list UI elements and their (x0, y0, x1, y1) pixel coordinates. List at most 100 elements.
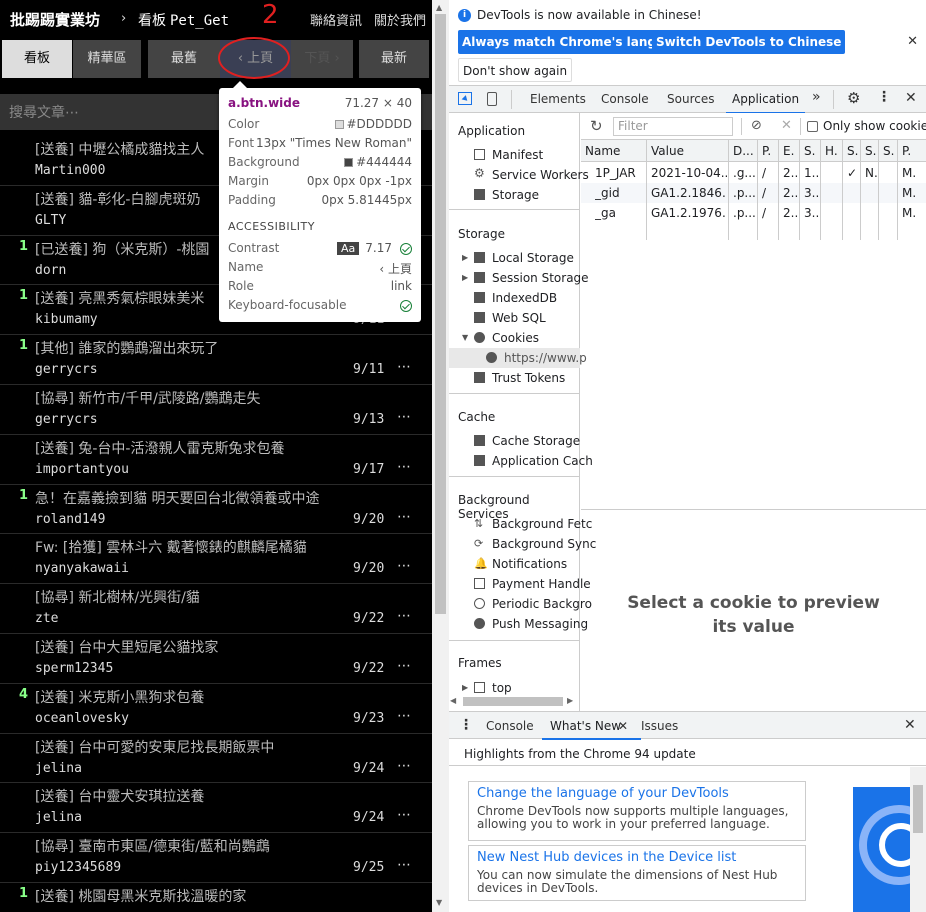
list-item[interactable]: [送養] 台中靈犬安琪拉送養 jelina 9/24 ⋯ (0, 783, 432, 834)
sidebar-item-background-fetch[interactable]: Background Fetc (492, 517, 592, 531)
post-title-link[interactable]: [送養] 中壢公橘成貓找主人 (35, 139, 204, 159)
list-item[interactable]: Fw: [拾獲] 雲林斗六 戴著懷錶的麒麟尾橘貓 nyanyakawaii 9/20… (0, 534, 432, 585)
sidebar-item-top-frame[interactable]: top (492, 681, 512, 695)
sidebar-horizontal-scrollbar[interactable] (463, 697, 563, 706)
post-title-link[interactable]: [送養] 台中靈犬安琪拉送養 (35, 786, 204, 806)
post-more-icon[interactable]: ⋯ (397, 708, 411, 724)
post-more-icon[interactable]: ⋯ (397, 409, 411, 425)
card-title-link[interactable]: Change the language of your DevTools (477, 786, 797, 801)
column-header[interactable]: S. (804, 144, 819, 158)
post-title-link[interactable]: [送養] 台中可愛的安東尼找長期飯票中 (35, 737, 274, 757)
close-infobar-icon[interactable]: ✕ (907, 34, 918, 49)
expand-arrow-icon[interactable]: ▶ (462, 683, 468, 692)
post-title-link[interactable]: [送養] 貓-彰化-白腳虎斑奶 (35, 189, 200, 209)
more-options-icon[interactable]: ⋮ (877, 89, 891, 105)
drawer-tab-whats-new[interactable]: What's New (541, 719, 642, 740)
list-item[interactable]: 4 [送養] 米克斯小黑狗求包養 oceanlovesky 9/23 ⋯ (0, 684, 432, 734)
board-breadcrumb[interactable]: 看板 Pet_Get (138, 10, 229, 30)
inspect-element-icon[interactable] (458, 92, 472, 105)
post-title-link[interactable]: [協尋] 新北樹林/光興街/貓 (35, 587, 200, 607)
column-header[interactable]: S. (847, 144, 859, 158)
drawer-menu-icon[interactable]: ⋮ (459, 717, 473, 733)
next-page-button[interactable]: 下頁 › (291, 40, 353, 78)
page-scrollbar[interactable]: ▲ ▼ (432, 0, 449, 912)
switch-language-button[interactable]: Switch DevTools to Chinese (652, 30, 846, 54)
drawer-scrollbar-thumb[interactable] (913, 785, 923, 833)
clear-filtered-icon[interactable]: ⊘ (751, 118, 762, 133)
column-header[interactable]: S. (883, 144, 896, 158)
column-header[interactable]: D... (733, 144, 756, 158)
sidebar-item-cookie-origin[interactable]: https://www.p (504, 351, 587, 365)
column-header[interactable]: P. (762, 144, 777, 158)
checkbox-icon[interactable] (807, 121, 818, 132)
post-title-link[interactable]: [已送養] 狗（米克斯）-桃園 (35, 239, 209, 259)
sidebar-item-application-cache[interactable]: Application Cach (492, 454, 593, 468)
scrollbar-thumb[interactable] (435, 14, 446, 614)
whats-new-card[interactable]: New Nest Hub devices in the Device list … (468, 845, 806, 901)
whats-new-card[interactable]: Change the language of your DevTools Chr… (468, 781, 806, 841)
drawer-tab-issues[interactable]: Issues (641, 719, 678, 733)
column-header[interactable]: Value (651, 144, 727, 158)
column-header[interactable]: P. (902, 144, 926, 158)
sidebar-item-local-storage[interactable]: Local Storage (492, 251, 574, 265)
site-logo-link[interactable]: 批踢踢實業坊 (10, 9, 100, 30)
list-item[interactable]: [送養] 兔-台中-活潑親人雷克斯兔求包養 importantyou 9/17 ⋯ (0, 435, 432, 485)
post-title-link[interactable]: 急！在嘉義撿到貓 明天要回台北徵領養或中途 (35, 488, 319, 508)
post-more-icon[interactable]: ⋯ (397, 359, 411, 375)
post-title-link[interactable]: [其他] 誰家的鸚鵡溜出來玩了 (35, 338, 218, 358)
sidebar-item-web-sql[interactable]: Web SQL (492, 311, 546, 325)
post-title-link[interactable]: [送養] 亮黑秀氣棕眼妹美米 (35, 288, 204, 308)
scroll-right-arrow-icon[interactable]: ▶ (567, 696, 573, 705)
sidebar-item-periodic-background-sync[interactable]: Periodic Backgro (492, 597, 592, 611)
post-more-icon[interactable]: ⋯ (397, 758, 411, 774)
list-item[interactable]: 1 急！在嘉義撿到貓 明天要回台北徵領養或中途 roland149 9/20 ⋯ (0, 485, 432, 535)
post-title-link[interactable]: [送養] 台中大里短尾公貓找家 (35, 637, 218, 657)
sidebar-item-storage[interactable]: Storage (492, 188, 539, 202)
column-header[interactable]: H. (825, 144, 841, 158)
sidebar-item-push-messaging[interactable]: Push Messaging (492, 617, 588, 631)
table-row[interactable]: _gaGA1.2.1976....p.../2...3...M. (581, 203, 926, 223)
list-item[interactable]: [協尋] 新北樹林/光興街/貓 zte 9/22 ⋯ (0, 584, 432, 634)
sidebar-item-payment-handler[interactable]: Payment Handle (492, 577, 591, 591)
sidebar-item-indexeddb[interactable]: IndexedDB (492, 291, 557, 305)
collapse-arrow-icon[interactable]: ▼ (462, 333, 468, 342)
post-title-link[interactable]: Fw: [拾獲] 雲林斗六 戴著懷錶的麒麟尾橘貓 (35, 537, 307, 557)
board-button[interactable]: 看板 (2, 40, 72, 78)
dont-show-again-button[interactable]: Don't show again (458, 58, 573, 82)
close-drawer-icon[interactable]: ✕ (904, 717, 916, 733)
filter-input[interactable]: Filter (613, 117, 733, 136)
post-title-link[interactable]: [協尋] 臺南市東區/德東街/藍和尚鸚鵡 (35, 836, 270, 856)
more-tabs-icon[interactable]: » (812, 89, 821, 105)
list-item[interactable]: 1 [送養] 桃園母黑米克斯找溫暖的家 (0, 883, 432, 912)
sidebar-item-session-storage[interactable]: Session Storage (492, 271, 589, 285)
post-more-icon[interactable]: ⋯ (397, 509, 411, 525)
list-item[interactable]: [協尋] 臺南市東區/德東街/藍和尚鸚鵡 piy12345689 9/25 ⋯ (0, 833, 432, 883)
contact-link[interactable]: 聯絡資訊 (310, 14, 362, 29)
post-title-link[interactable]: [協尋] 新竹市/千甲/武陵路/鸚鵡走失 (35, 388, 261, 408)
list-item[interactable]: [協尋] 新竹市/千甲/武陵路/鸚鵡走失 gerrycrs 9/13 ⋯ (0, 385, 432, 435)
list-item[interactable]: 1 [其他] 誰家的鸚鵡溜出來玩了 gerrycrs 9/11 ⋯ (0, 335, 432, 385)
close-devtools-icon[interactable]: ✕ (905, 90, 917, 106)
scroll-up-arrow-icon[interactable]: ▲ (436, 3, 442, 12)
drawer-tab-console[interactable]: Console (486, 719, 534, 733)
column-header[interactable]: Name (585, 144, 645, 158)
refresh-icon[interactable]: ↻ (590, 117, 603, 135)
list-item[interactable]: [送養] 台中可愛的安東尼找長期飯票中 jelina 9/24 ⋯ (0, 734, 432, 784)
sidebar-item-trust-tokens[interactable]: Trust Tokens (492, 371, 565, 385)
tab-sources[interactable]: Sources (667, 92, 714, 106)
only-show-cookies-checkbox[interactable]: Only show cookies (807, 119, 926, 133)
sidebar-item-service-workers[interactable]: Service Workers (492, 168, 589, 182)
post-more-icon[interactable]: ⋯ (397, 857, 411, 873)
close-whats-new-icon[interactable]: ✕ (618, 719, 628, 733)
sidebar-item-cache-storage[interactable]: Cache Storage (492, 434, 580, 448)
post-more-icon[interactable]: ⋯ (397, 807, 411, 823)
table-row[interactable]: _gidGA1.2.1846....p.../2...3...M. (581, 183, 926, 203)
expand-arrow-icon[interactable]: ▶ (462, 253, 468, 262)
sidebar-item-cookies[interactable]: Cookies (492, 331, 539, 345)
newest-page-button[interactable]: 最新 (359, 40, 429, 78)
post-title-link[interactable]: [送養] 桃園母黑米克斯找溫暖的家 (35, 886, 246, 906)
post-more-icon[interactable]: ⋯ (397, 658, 411, 674)
tab-elements[interactable]: Elements (530, 92, 586, 106)
device-toolbar-icon[interactable] (487, 92, 497, 106)
post-more-icon[interactable]: ⋯ (397, 558, 411, 574)
